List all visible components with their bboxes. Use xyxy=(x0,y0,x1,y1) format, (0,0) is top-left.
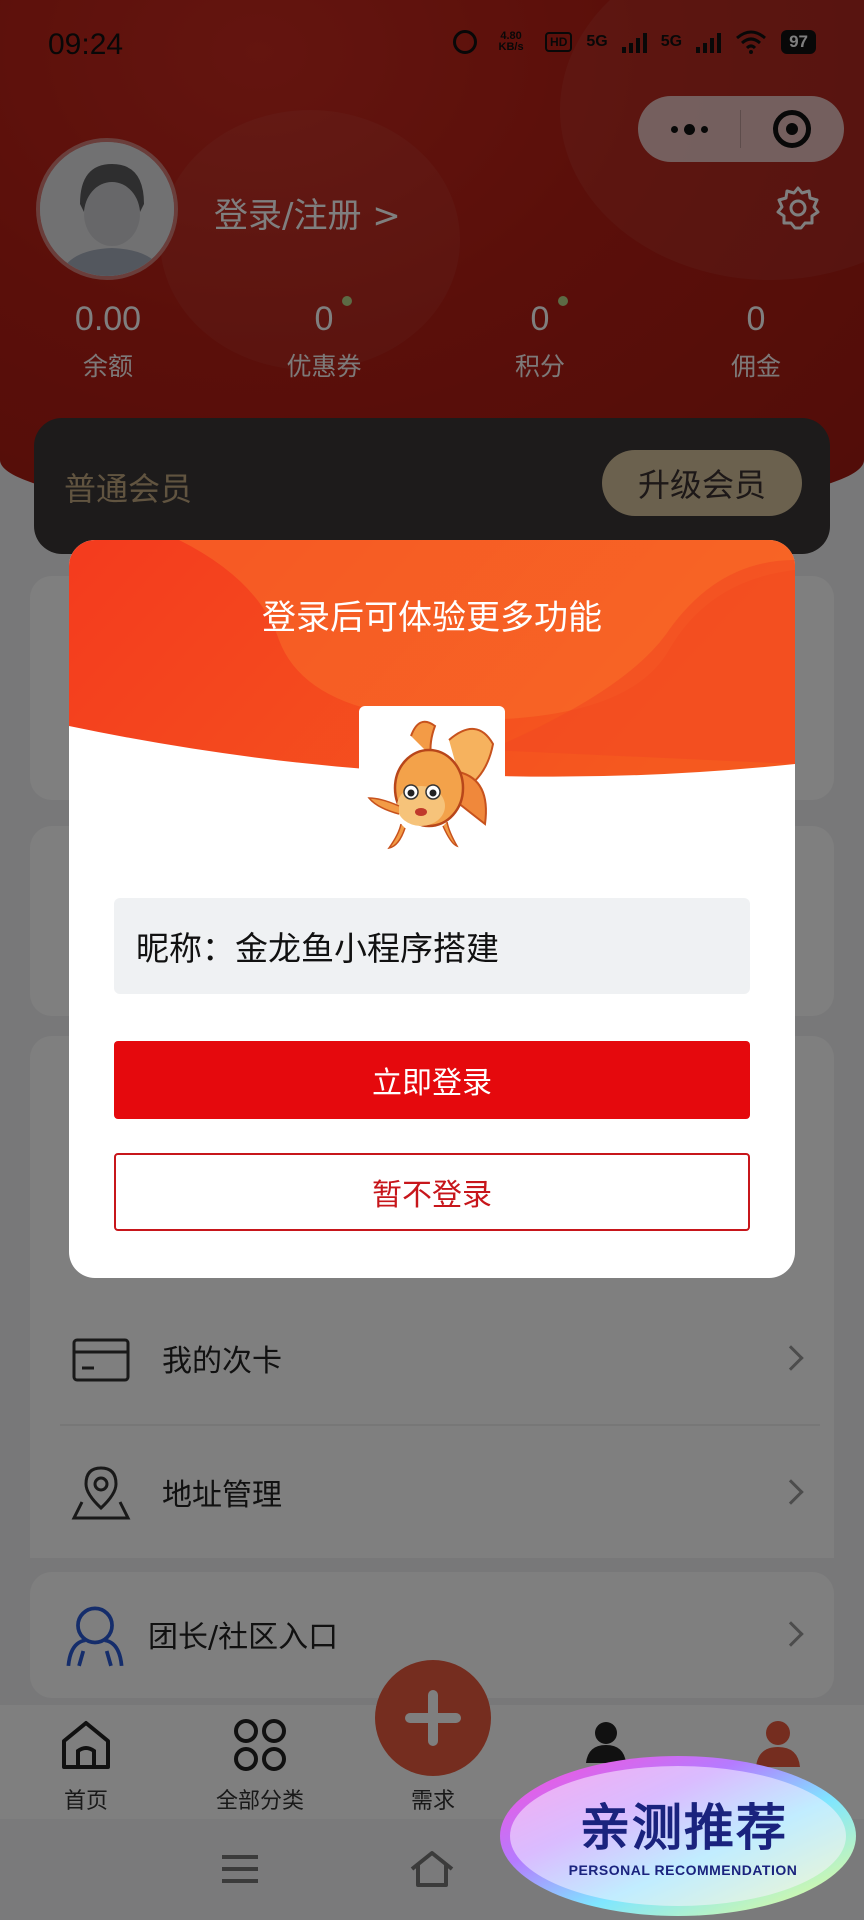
dialog-title: 登录后可体验更多功能 xyxy=(262,598,602,638)
badge-subtitle: PERSONAL RECOMMENDATION xyxy=(568,1862,798,1878)
login-dialog: 登录后可体验更多功能 昵称：金龙鱼小程序搭建 立即登录 暂不登录 xyxy=(69,540,795,1278)
goldfish-logo-icon xyxy=(367,720,495,850)
nickname-display: 昵称：金龙鱼小程序搭建 xyxy=(114,898,750,994)
skip-login-button[interactable]: 暂不登录 xyxy=(114,1153,750,1231)
recommendation-badge: 亲测推荐 PERSONAL RECOMMENDATION xyxy=(498,1752,862,1920)
badge-title: 亲测推荐 xyxy=(580,1799,788,1857)
login-now-button[interactable]: 立即登录 xyxy=(114,1041,750,1119)
app-logo xyxy=(359,706,505,856)
